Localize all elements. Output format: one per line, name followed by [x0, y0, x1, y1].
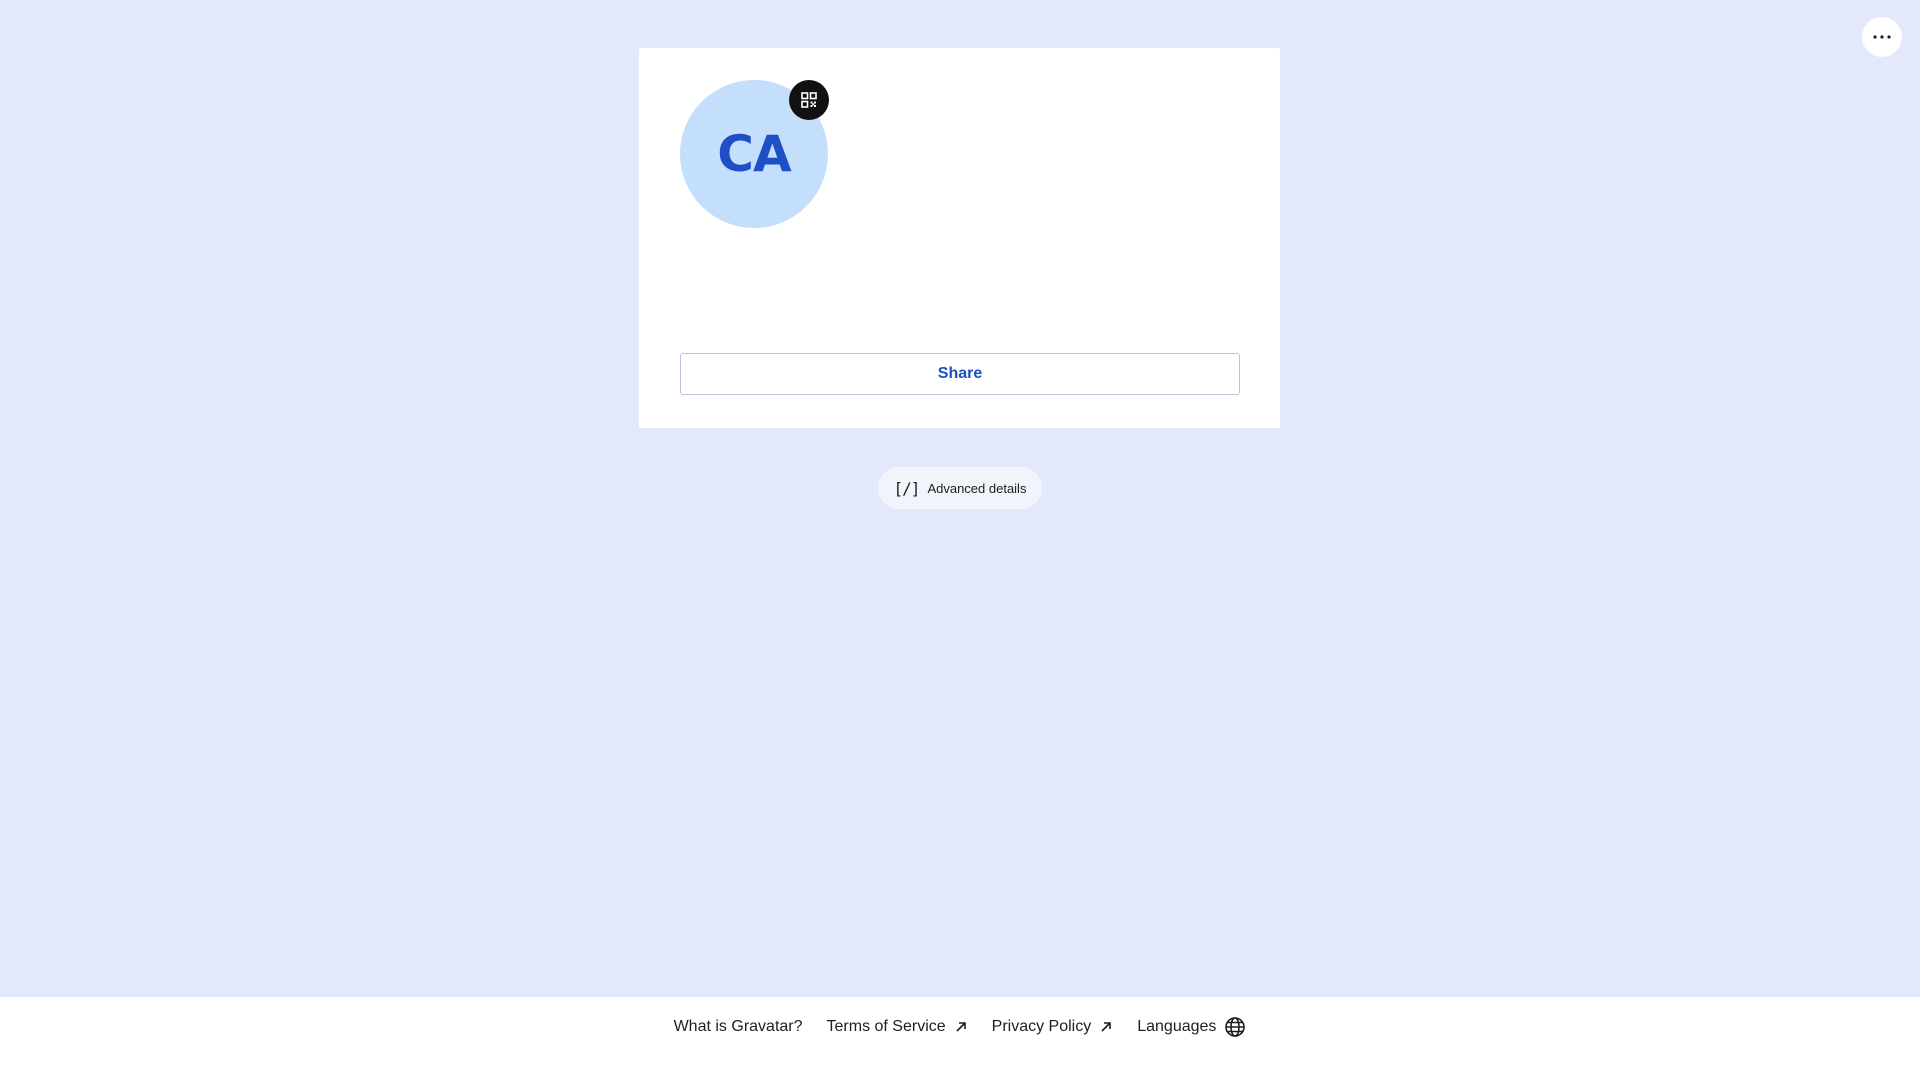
profile-card: CA Share [639, 48, 1280, 428]
advanced-details-button[interactable]: [/] Advanced details [878, 467, 1042, 509]
footer-link-label: Privacy Policy [991, 1018, 1092, 1035]
footer-link-label: Languages [1137, 1018, 1217, 1035]
arrow-up-right-icon [1101, 1022, 1112, 1032]
footer-link-label: Terms of Service [826, 1018, 946, 1035]
footer-link-what-is-gravatar[interactable]: What is Gravatar? [674, 1015, 803, 1039]
footer-link-terms-of-service[interactable]: Terms of Service [827, 1015, 968, 1039]
footer: What is Gravatar? Terms of Service Priva… [0, 997, 1920, 1080]
avatar-container: CA [680, 80, 829, 228]
footer-link-privacy-policy[interactable]: Privacy Policy [992, 1015, 1114, 1039]
more-horizontal-icon [1873, 35, 1891, 39]
globe-icon [1225, 1017, 1246, 1037]
footer-links: What is Gravatar? Terms of Service Priva… [0, 1015, 1920, 1039]
more-options-button[interactable] [1862, 17, 1902, 57]
qr-code-button[interactable] [789, 80, 829, 120]
advanced-details-label: Advanced details [927, 480, 1027, 496]
arrow-up-right-icon [956, 1022, 966, 1032]
code-brackets-icon: [/] [893, 478, 921, 498]
avatar-initials: CA [717, 125, 791, 183]
footer-link-label: What is Gravatar? [673, 1018, 803, 1035]
footer-link-languages[interactable]: Languages [1137, 1015, 1246, 1039]
qr-code-icon [801, 92, 817, 108]
share-button[interactable]: Share [680, 353, 1240, 395]
